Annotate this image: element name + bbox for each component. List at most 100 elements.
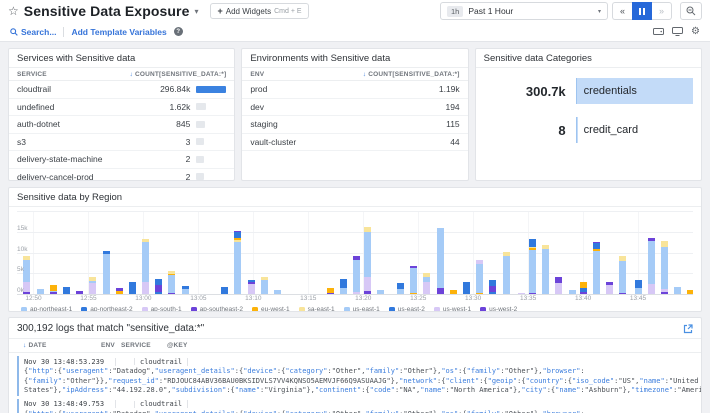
chart-bar[interactable] xyxy=(353,256,360,294)
legend-label: ap-southeast-2 xyxy=(200,306,243,312)
chart-bar[interactable] xyxy=(76,291,83,294)
open-in-log-explorer-icon[interactable] xyxy=(683,324,693,334)
chart-bar[interactable] xyxy=(437,228,444,294)
chart-bar[interactable] xyxy=(661,241,668,294)
log-entry[interactable]: Nov 30 13:48:53.239cloudtrail{"http":{"u… xyxy=(17,356,701,396)
table-row[interactable]: delivery-cancel-prod2 xyxy=(9,169,234,182)
legend-item[interactable]: us-west-2 xyxy=(480,306,517,312)
chart-bar[interactable] xyxy=(63,287,70,294)
chart-bar[interactable] xyxy=(327,288,334,294)
table-row[interactable]: cloudtrail296.84k xyxy=(9,81,234,99)
legend-item[interactable]: ap-northeast-2 xyxy=(81,306,132,312)
chart-bar[interactable] xyxy=(261,277,268,294)
title-chevron-down-icon[interactable]: ▾ xyxy=(194,7,198,16)
legend-item[interactable]: us-east-2 xyxy=(389,306,425,312)
chart-bar[interactable] xyxy=(23,256,30,294)
search-link[interactable]: Search... xyxy=(10,27,56,37)
chart-bar[interactable] xyxy=(377,290,384,294)
favorite-star-icon[interactable]: ☆ xyxy=(8,4,19,18)
chart-bar[interactable] xyxy=(116,288,123,294)
chart-bar[interactable] xyxy=(593,242,600,294)
chart-bar[interactable] xyxy=(542,245,549,294)
chart-bar[interactable] xyxy=(450,290,457,294)
legend-item[interactable]: sa-east-1 xyxy=(299,306,335,312)
chart-bar[interactable] xyxy=(37,289,44,294)
chart-bar[interactable] xyxy=(248,280,255,294)
chart-bar[interactable] xyxy=(221,287,228,294)
time-back-button[interactable]: « xyxy=(612,2,632,20)
chart-bar[interactable] xyxy=(687,290,693,294)
region-chart-plot[interactable]: 0k5k10k15k20k xyxy=(17,211,693,295)
chart-bar[interactable] xyxy=(340,279,347,294)
environments-col-env[interactable]: ENV xyxy=(250,71,264,78)
chart-bar[interactable] xyxy=(580,282,587,294)
table-row[interactable]: s33 xyxy=(9,134,234,152)
chart-bar[interactable] xyxy=(364,227,371,294)
environments-col-count[interactable]: ↓ COUNT[SENSITIVE_DATA:*] xyxy=(363,71,460,78)
categories-widget: Sensitive data Categories 300.7kcredenti… xyxy=(475,48,702,181)
services-col-service[interactable]: SERVICE xyxy=(17,71,47,78)
toolbar-divider xyxy=(63,27,64,37)
chart-bar[interactable] xyxy=(129,282,136,294)
toplist-row[interactable]: 300.7kcredentials xyxy=(476,78,693,104)
tv-mode-icon[interactable] xyxy=(653,27,664,36)
chart-bar[interactable] xyxy=(410,266,417,294)
chart-bar[interactable] xyxy=(529,239,536,294)
chart-bar[interactable] xyxy=(463,282,470,294)
chart-bar[interactable] xyxy=(635,280,642,294)
legend-item[interactable]: us-west-1 xyxy=(434,306,471,312)
fullscreen-icon[interactable] xyxy=(672,27,683,36)
x-axis-label: 13:00 xyxy=(135,295,151,302)
chart-bar[interactable] xyxy=(50,285,57,294)
gear-icon[interactable]: ⚙ xyxy=(691,27,700,37)
chart-bar[interactable] xyxy=(555,277,562,294)
x-axis-label: 13:25 xyxy=(410,295,426,302)
chart-bar[interactable] xyxy=(518,293,525,294)
chart-bar[interactable] xyxy=(674,287,681,294)
chart-bar[interactable] xyxy=(274,290,281,294)
table-row[interactable]: delivery-state-machine2 xyxy=(9,151,234,169)
chart-bar[interactable] xyxy=(155,279,162,294)
chart-bar[interactable] xyxy=(606,282,613,294)
legend-item[interactable]: eu-west-1 xyxy=(252,306,290,312)
table-row[interactable]: auth-dotnet845 xyxy=(9,116,234,134)
table-row[interactable]: vault-cluster44 xyxy=(242,134,467,152)
chart-bar[interactable] xyxy=(476,260,483,294)
chart-bar[interactable] xyxy=(142,239,149,294)
logs-col-env[interactable]: ENV xyxy=(101,342,121,349)
logs-col-date[interactable]: ↓ DATE xyxy=(23,342,101,349)
services-col-count[interactable]: ↓ COUNT[SENSITIVE_DATA:*] xyxy=(129,71,226,78)
time-forward-button[interactable]: » xyxy=(652,2,672,20)
chart-bar[interactable] xyxy=(503,252,510,294)
help-icon[interactable]: ? xyxy=(174,27,183,36)
chart-bar[interactable] xyxy=(619,256,626,294)
legend-item[interactable]: ap-south-1 xyxy=(142,306,182,312)
toplist-row[interactable]: 8credit_card xyxy=(476,117,693,143)
pause-button[interactable] xyxy=(632,2,652,20)
add-template-variables-link[interactable]: Add Template Variables xyxy=(71,27,166,37)
environments-table-header: ENV ↓ COUNT[SENSITIVE_DATA:*] xyxy=(242,68,467,81)
chart-bar[interactable] xyxy=(397,283,404,294)
log-entry[interactable]: Nov 30 13:48:49.753cloudtrail{"http":{"u… xyxy=(17,399,701,413)
logs-col-key[interactable]: @KEY xyxy=(167,342,188,349)
chart-bar[interactable] xyxy=(182,286,189,294)
chart-bar[interactable] xyxy=(648,238,655,294)
legend-item[interactable]: ap-southeast-2 xyxy=(191,306,243,312)
logs-col-service[interactable]: SERVICE xyxy=(121,342,167,349)
table-row[interactable]: dev194 xyxy=(242,99,467,117)
chart-bar[interactable] xyxy=(234,231,241,294)
legend-item[interactable]: us-east-1 xyxy=(344,306,380,312)
legend-item[interactable]: ap-northeast-1 xyxy=(21,306,72,312)
chart-bar[interactable] xyxy=(89,277,96,294)
add-widgets-button[interactable]: + Add Widgets Cmd + E xyxy=(210,3,308,19)
chart-bar[interactable] xyxy=(569,290,576,294)
table-row[interactable]: prod1.19k xyxy=(242,81,467,99)
chart-bar[interactable] xyxy=(103,251,110,294)
table-row[interactable]: undefined1.62k xyxy=(9,99,234,117)
chart-bar[interactable] xyxy=(168,271,175,294)
table-row[interactable]: staging115 xyxy=(242,116,467,134)
chart-bar[interactable] xyxy=(423,273,430,294)
zoom-out-button[interactable] xyxy=(680,2,702,20)
time-range-picker[interactable]: 1h Past 1 Hour ▾ xyxy=(440,2,608,20)
chart-bar[interactable] xyxy=(489,280,496,295)
